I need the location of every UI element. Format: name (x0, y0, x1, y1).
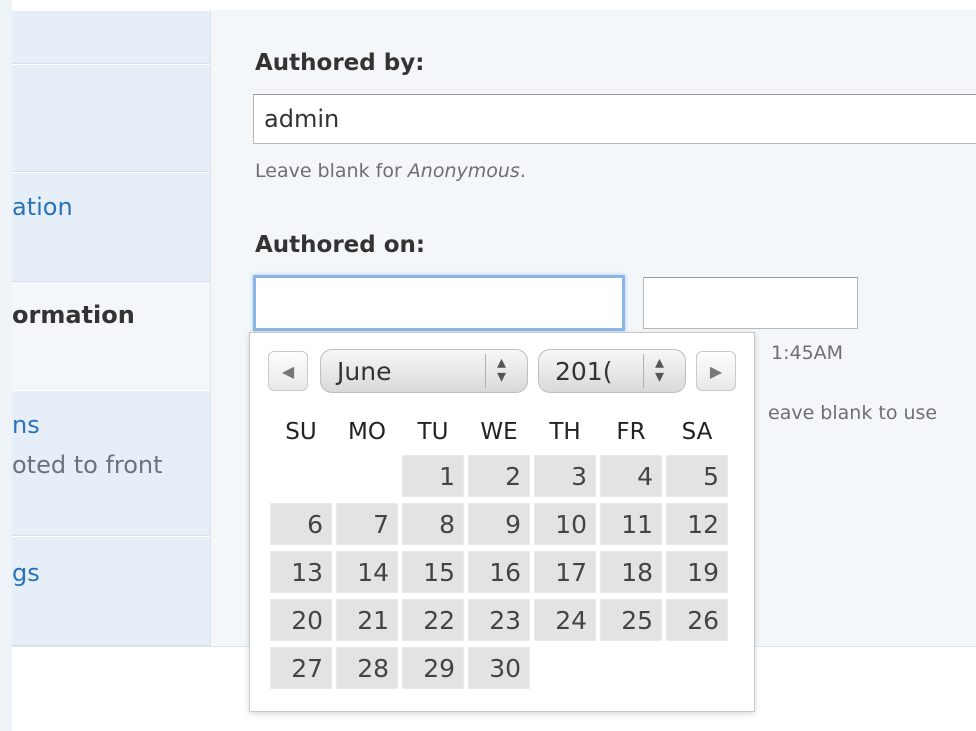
calendar-day[interactable]: 19 (666, 551, 728, 593)
vtab-1[interactable] (12, 64, 210, 172)
calendar-day[interactable]: 20 (270, 599, 332, 641)
calendar-day[interactable]: 13 (270, 551, 332, 593)
page: ation ormation ns oted to front gs Autho… (0, 0, 976, 731)
calendar-day[interactable]: 26 (666, 599, 728, 641)
month-select[interactable]: June ▴ ▾ (320, 349, 528, 393)
left-edge (0, 0, 12, 731)
authored-on-date-input[interactable] (253, 275, 625, 331)
authored-by-label: Authored by: (255, 50, 425, 76)
weekday-header-mo: MO (348, 419, 386, 445)
month-select-divider (485, 354, 486, 388)
calendar-day[interactable]: 27 (270, 647, 332, 689)
calendar-day[interactable]: 16 (468, 551, 530, 593)
date-picker-popup: ◀ June ▴ ▾ 201( ▴ ▾ ▶ SU MO TU WE TH FR SA 12345… (249, 332, 755, 712)
calendar-day[interactable]: 12 (666, 503, 728, 545)
calendar-day[interactable]: 2 (468, 455, 530, 497)
vtab-settings-label[interactable]: gs (12, 559, 40, 587)
calendar-day[interactable]: 24 (534, 599, 596, 641)
weekday-header-su: SU (285, 419, 317, 445)
calendar-day[interactable]: 4 (600, 455, 662, 497)
weekday-header-tu: TU (417, 419, 449, 445)
vtab-menu-settings-label[interactable]: ation (12, 193, 73, 221)
calendar-day[interactable]: 11 (600, 503, 662, 545)
year-select-value: 201( (555, 356, 613, 386)
calendar-day[interactable]: 30 (468, 647, 530, 689)
calendar-day[interactable]: 14 (336, 551, 398, 593)
calendar-day[interactable]: 23 (468, 599, 530, 641)
weekday-header-we: WE (480, 419, 518, 445)
calendar-day[interactable]: 21 (336, 599, 398, 641)
weekday-header-sa: SA (681, 419, 713, 445)
time-format-hint: 1:45AM (771, 342, 844, 364)
vertical-tabs-menu: ation ormation ns oted to front gs (12, 10, 211, 646)
vtab-settings[interactable]: gs (12, 536, 210, 646)
calendar-day[interactable]: 29 (402, 647, 464, 689)
calendar-day[interactable]: 28 (336, 647, 398, 689)
vtab-menu-settings[interactable]: ation (12, 172, 210, 282)
vtab-authoring-information-label: ormation (12, 301, 135, 329)
weekday-header-fr: FR (616, 419, 646, 445)
calendar-day[interactable]: 18 (600, 551, 662, 593)
next-month-button[interactable]: ▶ (696, 351, 736, 391)
calendar-day[interactable]: 9 (468, 503, 530, 545)
calendar-day[interactable]: 1 (402, 455, 464, 497)
vtab-publishing-options-label[interactable]: ns (12, 411, 40, 439)
month-select-value: June (337, 356, 392, 386)
calendar-day[interactable]: 17 (534, 551, 596, 593)
calendar-day[interactable]: 3 (534, 455, 596, 497)
vtab-authoring-information[interactable]: ormation (12, 282, 210, 390)
authored-on-label: Authored on: (255, 232, 426, 258)
authored-by-description: Leave blank for Anonymous. (255, 160, 526, 182)
calendar-day[interactable]: 15 (402, 551, 464, 593)
calendar-day[interactable]: 7 (336, 503, 398, 545)
vtab-0[interactable] (12, 10, 210, 64)
date-blank-hint: eave blank to use (768, 402, 938, 424)
calendar-day[interactable]: 22 (402, 599, 464, 641)
year-select[interactable]: 201( ▴ ▾ (538, 349, 686, 393)
calendar-day[interactable]: 10 (534, 503, 596, 545)
vtab-publishing-options[interactable]: ns oted to front (12, 390, 210, 536)
updown-arrow-icon: ▴ ▾ (655, 352, 665, 387)
vtab-publishing-options-summary: oted to front (12, 451, 163, 479)
calendar-day[interactable]: 5 (666, 455, 728, 497)
chevron-left-icon: ◀ (281, 361, 295, 381)
prev-month-button[interactable]: ◀ (268, 351, 308, 391)
weekday-header-th: TH (549, 419, 581, 445)
authored-on-time-input[interactable] (643, 277, 858, 329)
year-select-divider (643, 354, 644, 388)
calendar-day[interactable]: 25 (600, 599, 662, 641)
calendar-day[interactable]: 6 (270, 503, 332, 545)
authored-by-input[interactable] (253, 94, 976, 144)
authored-by-desc-emphasis: Anonymous (407, 160, 520, 182)
calendar-day[interactable]: 8 (402, 503, 464, 545)
updown-arrow-icon: ▴ ▾ (497, 352, 507, 387)
authored-by-desc-end: . (519, 160, 526, 182)
chevron-right-icon: ▶ (709, 361, 723, 381)
authored-by-desc-text: Leave blank for (255, 160, 408, 182)
